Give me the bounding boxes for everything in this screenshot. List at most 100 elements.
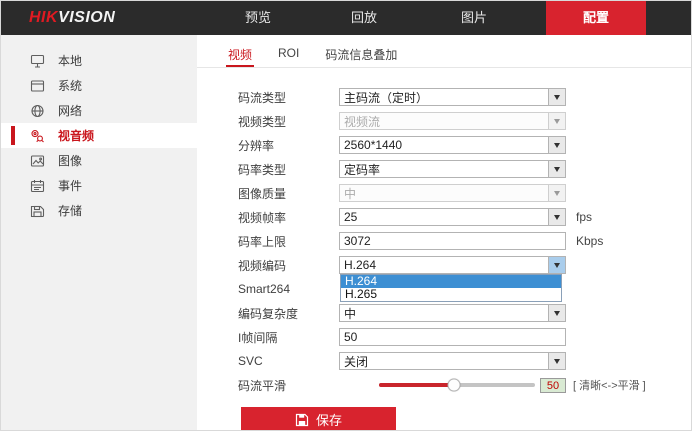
video-type-select: 视频流 xyxy=(339,112,566,130)
resolution-select[interactable]: 2560*1440 xyxy=(339,136,566,154)
video-encoding-label: 视频编码 xyxy=(238,258,287,273)
svc-select[interactable]: 关闭 xyxy=(339,352,566,370)
save-icon xyxy=(295,413,309,427)
image-quality-select: 中 xyxy=(339,184,566,202)
save-button[interactable]: 保存 xyxy=(241,407,396,430)
frame-rate-select[interactable]: 25 xyxy=(339,208,566,226)
slider-value-box: 50 xyxy=(540,377,566,393)
chevron-down-icon[interactable] xyxy=(548,161,565,177)
form-row: I帧间隔 xyxy=(238,328,691,346)
select-value: 主码流（定时） xyxy=(344,90,429,105)
sidebar-item-event[interactable]: 事件 xyxy=(1,173,197,198)
hikvision-logo: HIKVISION xyxy=(29,9,115,27)
nav-playback[interactable]: 回放 xyxy=(334,1,394,35)
storage-icon xyxy=(30,204,45,218)
sidebar-item-label: 存储 xyxy=(58,204,83,218)
frame-rate-label: 视频帧率 xyxy=(238,210,287,225)
stream-type-label: 码流类型 xyxy=(238,90,287,105)
dropdown-option-h265[interactable]: H.265 xyxy=(341,288,561,301)
chevron-down-icon[interactable] xyxy=(548,257,565,273)
video-type-label: 视频类型 xyxy=(238,114,287,129)
form-row: 码率上限 Kbps xyxy=(238,232,691,250)
sidebar-item-label: 事件 xyxy=(58,179,83,193)
video-encoding-select[interactable]: H.264 H.264 H.265 xyxy=(339,256,566,302)
form-row: 分辨率 2560*1440 xyxy=(238,136,691,154)
chevron-down-icon[interactable] xyxy=(548,137,565,153)
sidebar-item-storage[interactable]: 存储 xyxy=(1,198,197,223)
stream-type-select[interactable]: 主码流（定时） xyxy=(339,88,566,106)
slider-hint-label: [ 清晰<->平滑 ] xyxy=(573,380,646,392)
sidebar-item-label: 图像 xyxy=(58,154,83,168)
chevron-down-icon[interactable] xyxy=(548,353,565,369)
sidebar-item-label: 系统 xyxy=(58,79,83,93)
stream-smoothing-label: 码流平滑 xyxy=(238,378,287,393)
chevron-down-icon[interactable] xyxy=(548,209,565,225)
form-row: 编码复杂度 中 xyxy=(238,304,691,322)
svc-label: SVC xyxy=(238,354,263,368)
form-row: 图像质量 中 xyxy=(238,184,691,202)
sidebar-item-local[interactable]: 本地 xyxy=(1,48,197,73)
sidebar-item-image[interactable]: 图像 xyxy=(1,148,197,173)
sidebar-item-audio-video[interactable]: 视音频 xyxy=(1,123,197,148)
stream-smoothing-slider: 50 [ 清晰<->平滑 ] xyxy=(339,377,646,393)
nav-configuration[interactable]: 配置 xyxy=(546,1,646,35)
system-icon xyxy=(30,79,45,93)
smart264-label: Smart264 xyxy=(238,282,291,296)
logo-text-white: VISION xyxy=(58,9,116,26)
save-button-label: 保存 xyxy=(315,413,342,428)
iframe-interval-input[interactable] xyxy=(339,328,566,346)
sidebar-item-label: 视音频 xyxy=(58,129,95,143)
select-value: 定码率 xyxy=(344,162,381,177)
chevron-down-icon[interactable] xyxy=(548,89,565,105)
select-value: 25 xyxy=(344,210,358,224)
nav-preview[interactable]: 预览 xyxy=(228,1,288,35)
network-icon xyxy=(30,104,45,118)
select-value: 2560*1440 xyxy=(344,138,403,152)
main-panel: 视频 ROI 码流信息叠加 码流类型 主码流（定时） 视频类型 视频流 分辨率 … xyxy=(197,35,691,430)
select-value: 中 xyxy=(344,306,357,321)
max-bitrate-input[interactable] xyxy=(339,232,566,250)
form-row: 视频类型 视频流 xyxy=(238,112,691,130)
logo-text-red: HIK xyxy=(29,9,59,26)
form-row: 视频编码 H.264 H.264 H.265 xyxy=(238,256,691,302)
nav-picture[interactable]: 图片 xyxy=(444,1,504,35)
bitrate-type-select[interactable]: 定码率 xyxy=(339,160,566,178)
select-value: H.264 xyxy=(344,258,377,272)
monitor-icon xyxy=(30,54,45,68)
hikvision-config-window: HIKVISION 预览 回放 图片 配置 本地 系统 网络 视音频 图像 事件… xyxy=(0,0,692,431)
image-quality-label: 图像质量 xyxy=(238,186,287,201)
form-row: 码率类型 定码率 xyxy=(238,160,691,178)
audio-video-icon xyxy=(30,129,45,143)
image-icon xyxy=(30,154,45,168)
form-row: 视频帧率 25 fps xyxy=(238,208,691,226)
sidebar-item-label: 网络 xyxy=(58,104,83,118)
tab-stream-info-overlay[interactable]: 码流信息叠加 xyxy=(323,43,399,67)
sidebar-item-network[interactable]: 网络 xyxy=(1,98,197,123)
sidebar-item-label: 本地 xyxy=(58,54,83,68)
sidebar: 本地 系统 网络 视音频 图像 事件 存储 xyxy=(1,35,197,430)
tab-video[interactable]: 视频 xyxy=(226,43,255,67)
slider-thumb[interactable] xyxy=(447,378,461,392)
iframe-interval-label: I帧间隔 xyxy=(238,330,278,345)
form-row: SVC 关闭 xyxy=(238,352,691,370)
video-encoding-dropdown: H.264 H.265 xyxy=(340,274,562,302)
max-bitrate-label: 码率上限 xyxy=(238,234,287,249)
chevron-down-icon xyxy=(548,113,565,129)
select-value: 视频流 xyxy=(344,114,381,129)
top-bar: HIKVISION 预览 回放 图片 配置 xyxy=(1,1,691,35)
kbps-unit-label: Kbps xyxy=(576,234,604,248)
fps-unit-label: fps xyxy=(576,210,593,224)
sidebar-item-system[interactable]: 系统 xyxy=(1,73,197,98)
slider-fill xyxy=(379,383,454,387)
event-icon xyxy=(30,179,45,193)
encoding-complexity-select[interactable]: 中 xyxy=(339,304,566,322)
form-row: 码流平滑 50 [ 清晰<->平滑 ] xyxy=(238,376,691,394)
resolution-label: 分辨率 xyxy=(238,138,275,153)
chevron-down-icon[interactable] xyxy=(548,305,565,321)
select-value: 中 xyxy=(344,186,357,201)
select-value: 关闭 xyxy=(344,354,369,369)
encoding-complexity-label: 编码复杂度 xyxy=(238,306,299,321)
tab-roi[interactable]: ROI xyxy=(276,43,301,67)
slider-track[interactable] xyxy=(379,378,535,392)
form-row: 码流类型 主码流（定时） xyxy=(238,88,691,106)
